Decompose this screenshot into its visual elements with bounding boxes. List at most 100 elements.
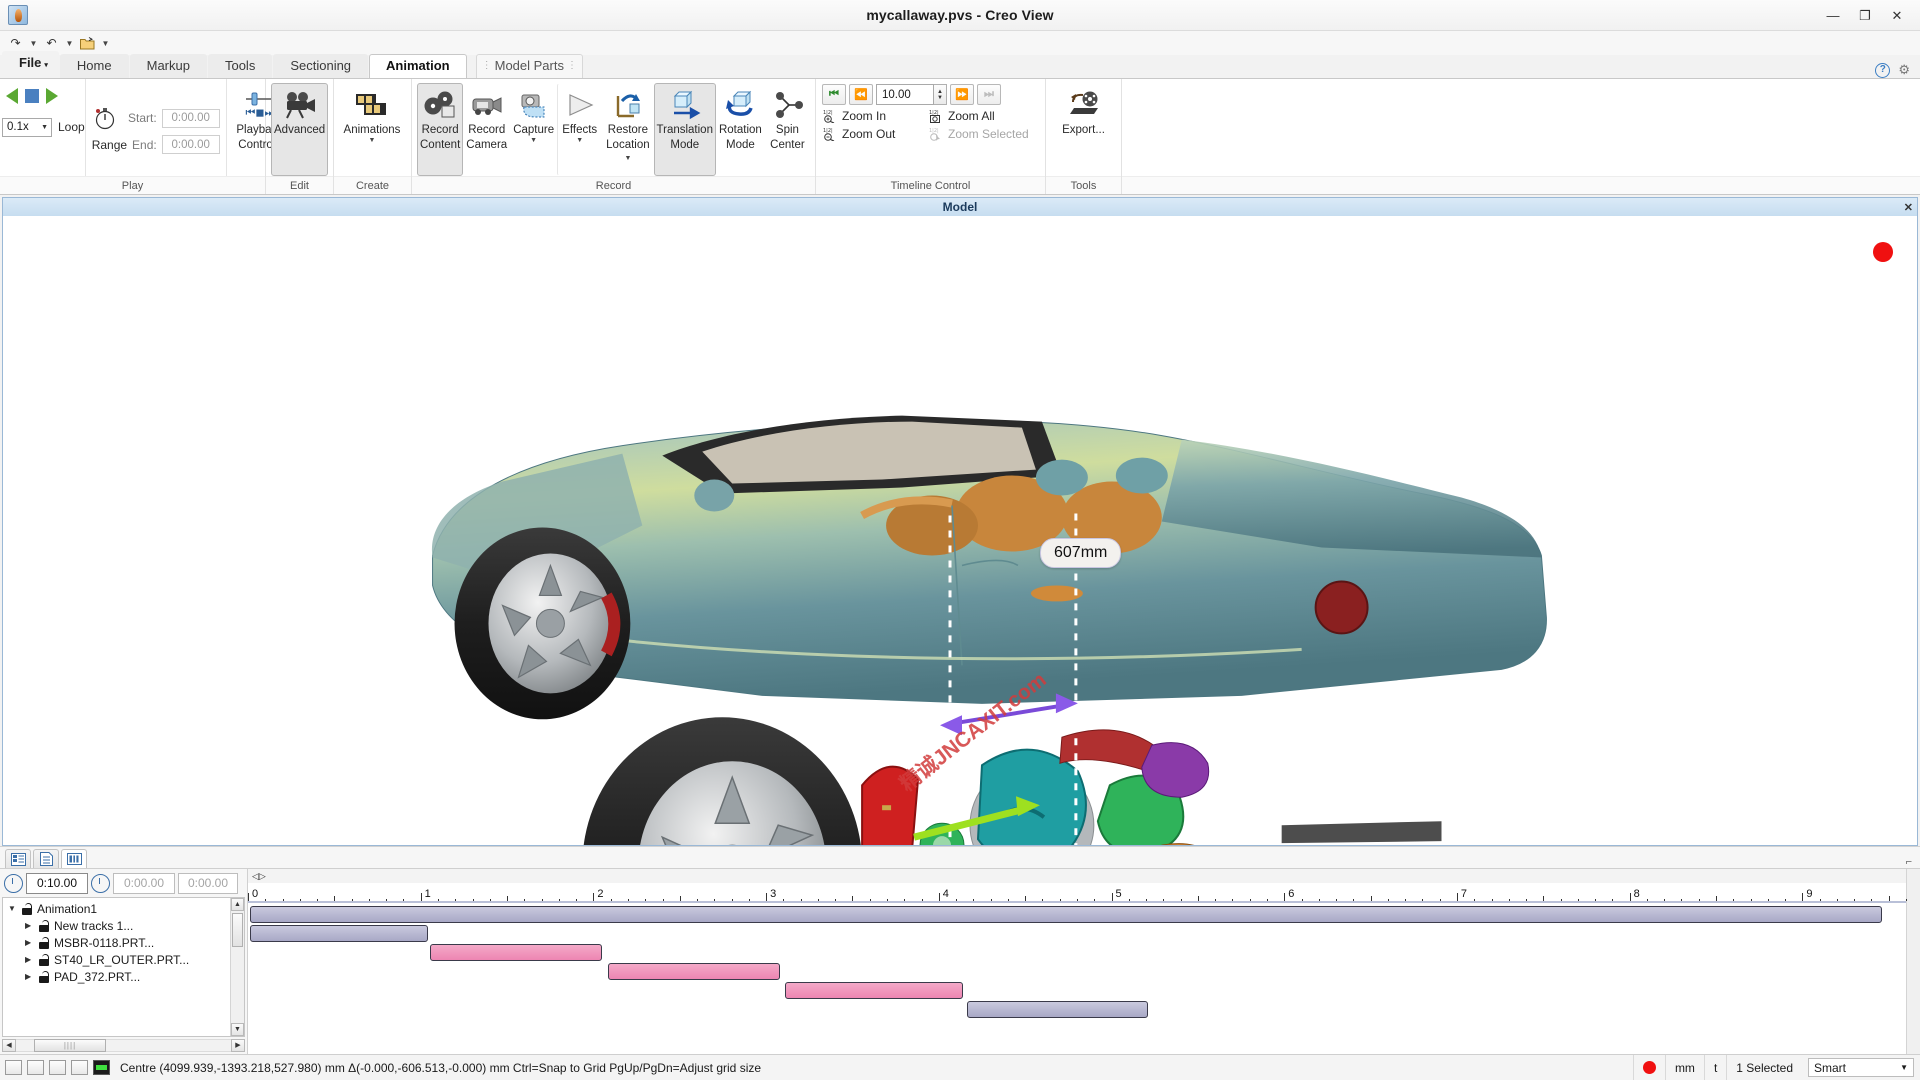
tree-node-st40-lr-outer[interactable]: ▶ ST40_LR_OUTER.PRT... (3, 951, 230, 968)
spin-center-button[interactable]: Spin Center (765, 83, 810, 176)
timeline-step-back-button[interactable]: ⏪ (849, 84, 873, 105)
timeline-zoom-value-field[interactable]: 10.00 (876, 84, 934, 105)
tab-animation[interactable]: Animation (369, 54, 467, 78)
tab-document-panel[interactable] (33, 849, 59, 868)
timeline-skip-to-end-button[interactable]: ⏭ (977, 84, 1001, 105)
timeline-tracks[interactable] (248, 903, 1906, 1054)
msbr-0118-track[interactable] (430, 944, 603, 961)
unlocked-icon (38, 954, 50, 966)
effects-button[interactable]: Effects ▼ (557, 83, 602, 176)
panel-collapse-icon[interactable]: ⌐ (1906, 856, 1920, 868)
tab-home[interactable]: Home (60, 54, 129, 78)
expand-toggle-icon[interactable]: ▶ (25, 921, 34, 930)
view-layout-horizontal-icon[interactable] (49, 1060, 66, 1075)
3d-canvas[interactable]: 607mm 精诚JNCAXIT.com (3, 216, 1917, 845)
total-time-clock-icon (4, 874, 23, 893)
tab-tools[interactable]: Tools (208, 54, 272, 78)
timeline-playhead-handle[interactable]: ◁▷ (248, 869, 1906, 883)
st40-lr-outer-track[interactable] (608, 963, 781, 980)
current-time-field[interactable]: 0:00.00 (113, 873, 175, 894)
animations-button[interactable]: Animations ▼ (339, 83, 405, 176)
zoom-in-button[interactable]: 1|2| Zoom In (822, 108, 912, 123)
redo-dropdown-caret-icon[interactable]: ▼ (28, 39, 39, 48)
play-forward-icon[interactable] (46, 88, 58, 104)
zoom-out-button[interactable]: 1|2| Zoom Out (822, 126, 912, 141)
hscroll-right-icon[interactable]: ▶ (231, 1039, 245, 1052)
pad-372-track[interactable] (785, 982, 963, 999)
timeline-step-forward-button[interactable]: ⏩ (950, 84, 974, 105)
selection-mode-select[interactable]: Smart ▼ (1808, 1058, 1914, 1077)
timeline-skip-to-start-button[interactable]: ⏮ (822, 84, 846, 105)
extra-track[interactable] (967, 1001, 1148, 1018)
ruler-tick (1008, 899, 1009, 901)
redo-icon[interactable]: ↷ (6, 34, 25, 53)
hscroll-thumb[interactable]: |||| (34, 1039, 106, 1052)
scroll-down-icon[interactable]: ▼ (231, 1023, 244, 1036)
loop-label[interactable]: Loop (58, 120, 85, 134)
end-time-field[interactable]: 0:00.00 (162, 135, 220, 154)
tab-model-parts[interactable]: Model Parts (476, 54, 583, 78)
model-window-close-icon[interactable]: ✕ (1904, 201, 1913, 214)
stop-icon[interactable] (25, 89, 39, 103)
tree-node-animation1[interactable]: ▼ Animation1 (3, 900, 230, 917)
start-time-field[interactable]: 0:00.00 (162, 109, 220, 128)
expand-toggle-icon[interactable]: ▼ (8, 904, 17, 913)
tab-markup[interactable]: Markup (130, 54, 207, 78)
ruler-tick (922, 899, 923, 901)
tab-timeline-panel[interactable] (61, 849, 87, 868)
timeline-zoom-spinner[interactable]: ▲▼ (934, 84, 947, 105)
capture-button[interactable]: Capture ▼ (510, 83, 557, 176)
capture-dropdown-caret-icon[interactable]: ▼ (530, 137, 537, 144)
hscroll-left-icon[interactable]: ◀ (2, 1039, 16, 1052)
restore-location-button[interactable]: Restore Location ▼ (602, 83, 653, 176)
tree-horizontal-scrollbar[interactable]: ◀ |||| ▶ (2, 1038, 245, 1052)
expand-toggle-icon[interactable]: ▶ (25, 938, 34, 947)
help-icon[interactable]: ? (1875, 63, 1890, 78)
view-layout-single-icon[interactable] (5, 1060, 22, 1075)
ruler-label: 1 (425, 888, 431, 900)
tab-sectioning[interactable]: Sectioning (273, 54, 368, 78)
spin-center-label-1: Spin (776, 124, 799, 137)
gear-icon[interactable]: ⚙ (1898, 62, 1910, 78)
advanced-button[interactable]: Advanced (271, 83, 328, 176)
undo-dropdown-caret-icon[interactable]: ▼ (64, 39, 75, 48)
play-reverse-icon[interactable] (6, 88, 18, 104)
animation-tree[interactable]: ▼ Animation1 ▶ New tracks 1... ▶ (2, 897, 245, 1037)
timeline-ruler[interactable]: 0123456789 (248, 883, 1906, 903)
play-triangle-icon (562, 88, 598, 122)
marker-time-field[interactable]: 0:00.00 (178, 873, 238, 894)
effects-dropdown-caret-icon[interactable]: ▼ (576, 137, 583, 144)
view-layout-vertical-icon[interactable] (27, 1060, 44, 1075)
tree-node-msbr-0118[interactable]: ▶ MSBR-0118.PRT... (3, 934, 230, 951)
qat-more-icon[interactable]: ▼ (100, 39, 111, 48)
scroll-up-icon[interactable]: ▲ (231, 898, 244, 911)
tree-node-pad-372[interactable]: ▶ PAD_372.PRT... (3, 968, 230, 985)
animation-master-track[interactable] (250, 906, 1882, 923)
record-content-button[interactable]: Record Content (417, 83, 463, 176)
zoom-all-button[interactable]: 1|2| Zoom All (928, 108, 995, 123)
new-tracks-1[interactable] (250, 925, 428, 942)
undo-icon[interactable]: ↶ (42, 34, 61, 53)
ruler-tick (438, 899, 439, 901)
record-camera-button[interactable]: Record Camera (463, 83, 510, 176)
expand-toggle-icon[interactable]: ▶ (25, 972, 34, 981)
scroll-thumb[interactable] (232, 913, 243, 947)
view-layout-quad-icon[interactable] (71, 1060, 88, 1075)
rotation-mode-button[interactable]: Rotation Mode (716, 83, 765, 176)
display-mode-icon[interactable] (93, 1060, 110, 1075)
hscroll-track[interactable]: |||| (16, 1039, 231, 1052)
tree-vertical-scrollbar[interactable]: ▲ ▼ (230, 898, 244, 1036)
timeline-right-scrollbar[interactable] (1906, 869, 1920, 1054)
open-folder-icon[interactable] (78, 34, 97, 53)
tab-file[interactable]: File▾ (2, 51, 59, 78)
restore-location-caret-icon[interactable]: ▼ (624, 155, 631, 162)
total-time-field[interactable]: 0:10.00 (26, 873, 88, 894)
tab-structure-panel[interactable] (5, 849, 31, 868)
zoom-selected-button[interactable]: 1|2| Zoom Selected (928, 126, 1029, 141)
translation-mode-button[interactable]: Translation Mode (654, 83, 716, 176)
animations-dropdown-caret-icon[interactable]: ▼ (369, 137, 376, 144)
export-button[interactable]: Export... (1051, 83, 1116, 176)
playback-speed-select[interactable]: 0.1x ▼ (2, 118, 52, 137)
expand-toggle-icon[interactable]: ▶ (25, 955, 34, 964)
tree-node-new-tracks[interactable]: ▶ New tracks 1... (3, 917, 230, 934)
